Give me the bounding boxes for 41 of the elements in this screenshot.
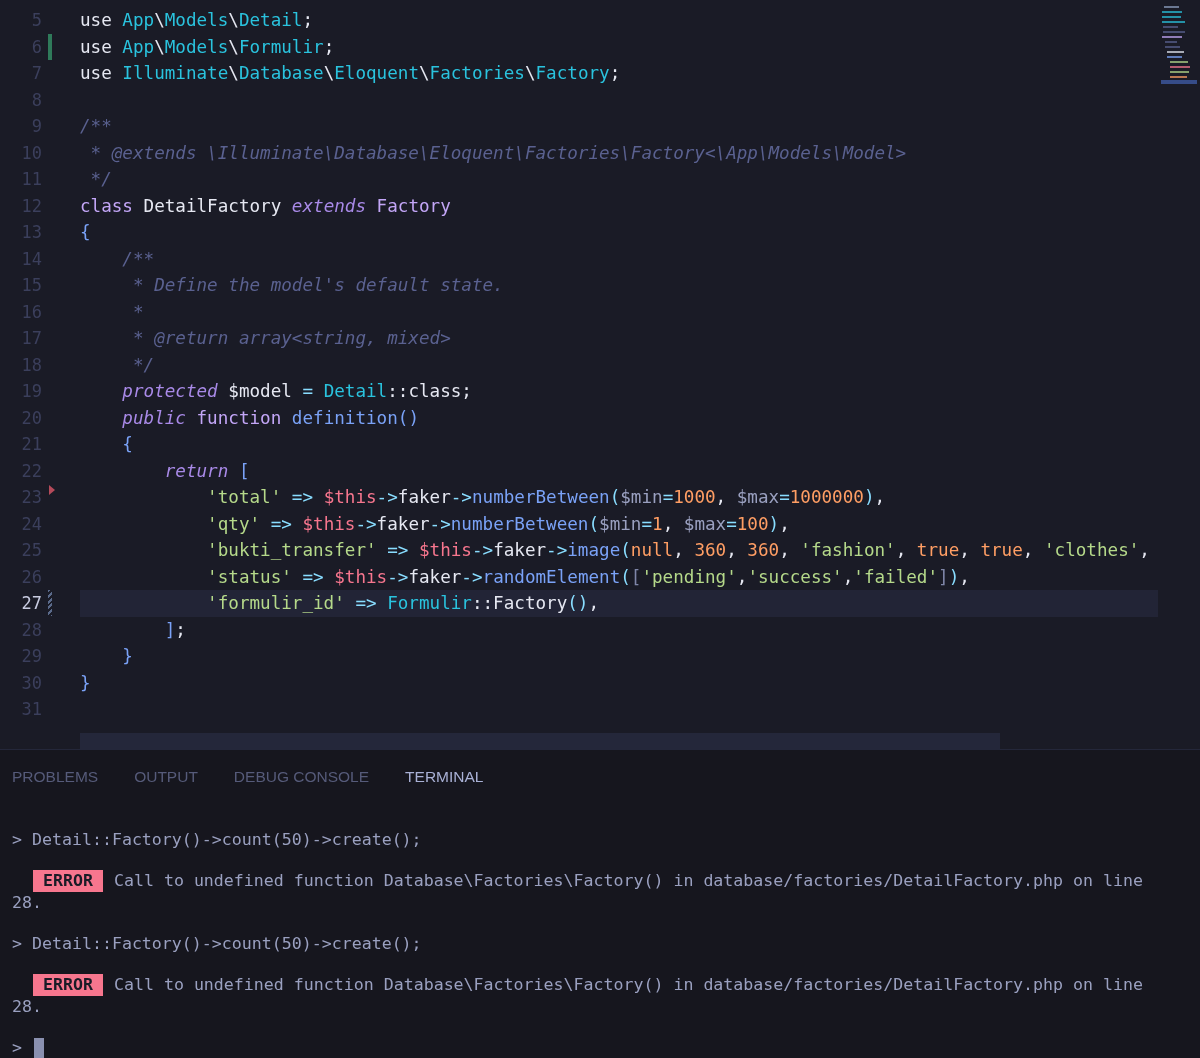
line-number: 27 <box>21 592 42 616</box>
code-line: protected $model = Detail::class; <box>121 380 472 404</box>
code-line: 'formulir_id' => Formulir::Factory(), <box>206 592 600 616</box>
error-badge: ERROR <box>33 869 103 892</box>
code-line: 'qty' => $this->faker->numberBetween($min=1, $max=100), <box>206 512 790 536</box>
code-line: use App\Models\Formulir; <box>80 35 335 59</box>
code-line: use Illuminate\Database\Eloquent\Factories\Factory; <box>80 62 621 86</box>
code-line: { <box>121 433 133 457</box>
error-badge: ERROR <box>33 973 103 996</box>
code-line: use App\Models\Detail; <box>80 9 314 33</box>
code-line: * @return array<string, mixed> <box>131 327 451 351</box>
error-message-continuation: 28. <box>12 995 42 1018</box>
error-message-continuation: 28. <box>12 891 42 914</box>
panel-tab[interactable]: DEBUG CONSOLE <box>233 765 370 788</box>
code-line: { <box>80 221 91 245</box>
code-line: public function definition() <box>121 406 419 430</box>
panel-tab[interactable]: OUTPUT <box>134 765 198 788</box>
terminal-cursor <box>34 1037 44 1058</box>
code-line: * @extends \Illuminate\Database\Eloquent\Factories\Factory<\App\Models\Model> <box>89 141 907 165</box>
horizontal-scrollbar[interactable] <box>80 732 1000 749</box>
error-message: Call to undefined function Database\Factories\Factory() in database/factories/DetailFactory.php on line <box>113 869 1143 892</box>
code-line: ]; <box>163 618 186 642</box>
terminal-command: > Detail::Factory()->count(50)->create(); <box>12 933 422 953</box>
code-line: * Define the model's default state. <box>131 274 504 298</box>
panel-tab[interactable]: PROBLEMS <box>12 765 99 788</box>
terminal-prompt: > <box>12 1036 22 1058</box>
code-line: } <box>80 671 91 695</box>
code-line: /** <box>121 247 155 271</box>
code-line: */ <box>131 353 155 377</box>
error-message: Call to undefined function Database\Factories\Factory() in database/factories/DetailFactory.php on line <box>113 973 1143 996</box>
panel-tab[interactable]: TERMINAL <box>405 765 484 788</box>
code-line: /** <box>80 115 112 139</box>
code-line: } <box>121 645 133 669</box>
code-line: return [ <box>163 459 250 483</box>
code-line: 'bukti_transfer' => $this->faker->image(null, 360, 360, 'fashion', true, true, 'clothes', <box>206 539 1150 563</box>
code-line: 'total' => $this->faker->numberBetween($min=1000, $max=1000000), <box>206 486 886 510</box>
code-line: * <box>131 300 144 324</box>
terminal-command: > Detail::Factory()->count(50)->create(); <box>12 829 422 849</box>
code-line: */ <box>89 168 112 192</box>
code-line: class DetailFactory extends Factory <box>80 194 451 218</box>
code-line: 'status' => $this->faker->randomElement(['pending','success','failed']), <box>206 565 970 589</box>
